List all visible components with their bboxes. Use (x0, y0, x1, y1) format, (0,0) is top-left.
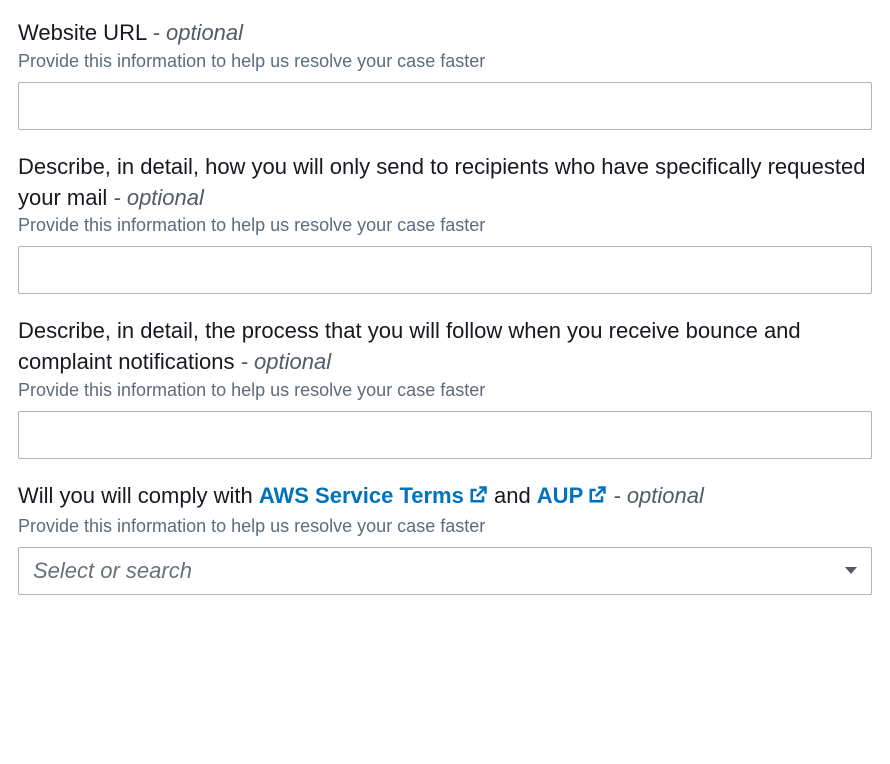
external-link-icon (468, 483, 488, 514)
bounce-input[interactable] (18, 411, 872, 459)
external-link-icon (587, 483, 607, 514)
label-text: Describe, in detail, the process that yo… (18, 318, 801, 374)
website-url-input[interactable] (18, 82, 872, 130)
field-website-url: Website URL - optional Provide this info… (18, 18, 872, 130)
recipients-input[interactable] (18, 246, 872, 294)
field-bounce: Describe, in detail, the process that yo… (18, 316, 872, 459)
aup-link[interactable]: AUP (537, 483, 607, 508)
optional-tag: optional (127, 185, 204, 210)
recipients-label: Describe, in detail, how you will only s… (18, 152, 872, 214)
recipients-help: Provide this information to help us reso… (18, 215, 872, 236)
comply-label: Will you will comply with AWS Service Te… (18, 481, 872, 514)
optional-tag: optional (166, 20, 243, 45)
website-url-help: Provide this information to help us reso… (18, 51, 872, 72)
link-text: AWS Service Terms (259, 483, 464, 508)
label-prefix: Will you will comply with (18, 483, 259, 508)
comply-help: Provide this information to help us reso… (18, 516, 872, 537)
comply-select-wrap: Select or search (18, 547, 872, 595)
optional-tag: optional (254, 349, 331, 374)
website-url-label: Website URL - optional (18, 18, 872, 49)
aws-service-terms-link[interactable]: AWS Service Terms (259, 483, 488, 508)
comply-select[interactable]: Select or search (18, 547, 872, 595)
link-text: AUP (537, 483, 583, 508)
field-recipients: Describe, in detail, how you will only s… (18, 152, 872, 295)
select-placeholder: Select or search (33, 558, 192, 584)
label-dash: - (113, 185, 126, 210)
label-suffix-dash: - (607, 483, 627, 508)
label-mid: and (488, 483, 537, 508)
optional-tag: optional (627, 483, 704, 508)
label-dash: - (241, 349, 254, 374)
field-comply: Will you will comply with AWS Service Te… (18, 481, 872, 595)
label-text: Website URL (18, 20, 146, 45)
bounce-help: Provide this information to help us reso… (18, 380, 872, 401)
bounce-label: Describe, in detail, the process that yo… (18, 316, 872, 378)
label-dash: - (153, 20, 166, 45)
